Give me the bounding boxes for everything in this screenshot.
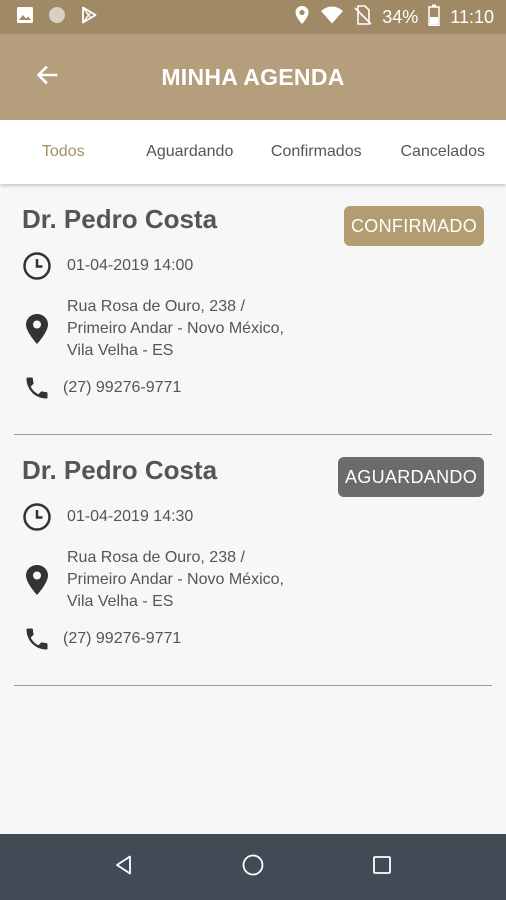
page-title: MINHA AGENDA <box>161 63 345 90</box>
address-line: Rua Rosa de Ouro, 238 / <box>67 549 245 566</box>
address-line: Primeiro Andar - Novo México, <box>67 320 284 337</box>
appointment-datetime-row: 01-04-2019 14:00 <box>22 251 193 281</box>
appointment-address-row: Rua Rosa de Ouro, 238 / Primeiro Andar -… <box>22 547 284 613</box>
appointment-address: Rua Rosa de Ouro, 238 / Primeiro Andar -… <box>67 547 284 613</box>
clock-icon <box>22 251 52 281</box>
tab-confirmados[interactable]: Confirmados <box>253 120 380 184</box>
appointment-phone: (27) 99276-9771 <box>63 379 182 396</box>
tab-aguardando[interactable]: Aguardando <box>127 120 254 184</box>
tab-bar: Todos Aguardando Confirmados Cancelados <box>0 120 506 184</box>
appointment-list: Dr. Pedro Costa CONFIRMADO 01-04-2019 14… <box>0 184 506 686</box>
appointment-card[interactable]: Dr. Pedro Costa AGUARDANDO 01-04-2019 14… <box>14 435 492 686</box>
status-badge: CONFIRMADO <box>344 206 484 246</box>
appointment-phone-row[interactable]: (27) 99276-9771 <box>22 374 181 402</box>
image-icon <box>16 6 34 29</box>
status-badge: AGUARDANDO <box>337 457 484 497</box>
location-pin-icon <box>22 312 52 346</box>
home-circle-icon <box>241 853 265 882</box>
appointment-address: Rua Rosa de Ouro, 238 / Primeiro Andar -… <box>67 296 284 362</box>
battery-icon <box>428 4 441 31</box>
recents-square-icon <box>372 855 392 880</box>
appointment-datetime: 01-04-2019 14:00 <box>67 257 194 274</box>
address-line: Vila Velha - ES <box>67 593 174 610</box>
tab-cancelados[interactable]: Cancelados <box>380 120 506 184</box>
clock-icon <box>22 502 52 532</box>
address-line: Rua Rosa de Ouro, 238 / <box>67 298 245 315</box>
address-line: Vila Velha - ES <box>67 342 174 359</box>
appointment-phone: (27) 99276-9771 <box>63 630 182 647</box>
address-line: Primeiro Andar - Novo México, <box>67 571 284 588</box>
back-button[interactable] <box>30 60 64 94</box>
battery-percent: 34% <box>382 6 419 27</box>
location-pin-icon <box>22 563 52 597</box>
wifi-icon <box>320 6 344 29</box>
appointment-address-row: Rua Rosa de Ouro, 238 / Primeiro Andar -… <box>22 296 284 362</box>
app-bar: MINHA AGENDA <box>0 34 506 120</box>
arrow-left-icon <box>35 63 59 92</box>
system-nav-bar <box>0 834 506 900</box>
circle-icon <box>48 6 66 29</box>
phone-icon <box>22 374 52 402</box>
nav-recents-button[interactable] <box>362 847 402 887</box>
appointment-phone-row[interactable]: (27) 99276-9771 <box>22 625 181 653</box>
status-bar-left <box>16 6 98 29</box>
back-triangle-icon <box>113 854 135 881</box>
status-bar-right: 34% 11:10 <box>294 4 494 31</box>
tab-todos[interactable]: Todos <box>0 120 127 184</box>
doctor-name: Dr. Pedro Costa <box>22 455 218 485</box>
phone-icon <box>22 625 52 653</box>
nav-home-button[interactable] <box>233 847 273 887</box>
location-icon <box>294 5 310 30</box>
appointment-datetime: 01-04-2019 14:30 <box>67 508 194 525</box>
appointment-datetime-row: 01-04-2019 14:30 <box>22 502 193 532</box>
clock: 11:10 <box>450 6 494 27</box>
nav-back-button[interactable] <box>104 847 144 887</box>
status-bar: 34% 11:10 <box>0 0 506 34</box>
no-sim-icon <box>354 4 372 30</box>
doctor-name: Dr. Pedro Costa <box>22 204 218 234</box>
play-store-icon <box>80 6 98 29</box>
appointment-card[interactable]: Dr. Pedro Costa CONFIRMADO 01-04-2019 14… <box>14 184 492 435</box>
